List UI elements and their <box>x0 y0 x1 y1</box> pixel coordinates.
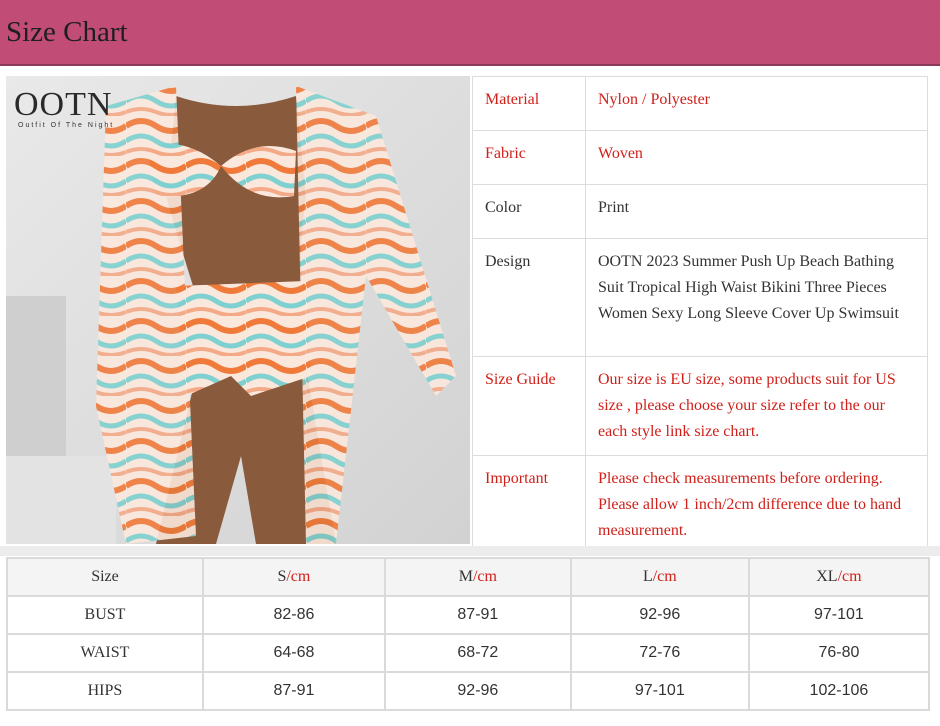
measurement-value: 92-96 <box>383 671 572 711</box>
size-table: Size S/cm M/cm L/cm XL/cm BUST 82-86 87-91 92-9… <box>6 557 931 711</box>
size-header-corner: Size <box>6 557 204 597</box>
measurement-value: 82-86 <box>201 595 386 635</box>
product-photo: OOTN Outfit Of The Night <box>6 76 470 544</box>
measurement-label: HIPS <box>6 671 204 711</box>
size-header-l: L/cm <box>569 557 750 597</box>
measurement-value: 87-91 <box>383 595 572 635</box>
size-header-xl: XL/cm <box>747 557 931 597</box>
spec-label: Fabric <box>472 130 586 185</box>
measurement-value: 68-72 <box>383 633 572 673</box>
spec-row: Fabric Woven <box>472 130 928 185</box>
measurement-value: 97-101 <box>569 671 750 711</box>
product-details: OOTN Outfit Of The Night Material Nylon /… <box>0 66 940 555</box>
header-bar: Size Chart <box>0 0 940 66</box>
section-divider <box>0 546 940 556</box>
size-unit: /cm <box>286 568 311 585</box>
spec-row: Size Guide Our size is EU size, some prod… <box>472 356 928 456</box>
measurement-value: 92-96 <box>569 595 750 635</box>
spec-label: Size Guide <box>472 356 586 456</box>
measurement-value: 64-68 <box>201 633 386 673</box>
spec-row: Color Print <box>472 184 928 239</box>
measurement-value: 72-76 <box>569 633 750 673</box>
spec-row: Important Please check measurements befor… <box>472 455 928 555</box>
spec-value: Woven <box>585 130 928 185</box>
brand-logo: OOTN <box>14 86 113 123</box>
size-label: M <box>458 568 473 585</box>
spec-label: Material <box>472 76 586 131</box>
page-title: Size Chart <box>6 16 128 48</box>
brand-logo-subtext: Outfit Of The Night <box>18 122 115 129</box>
size-header-m: M/cm <box>383 557 572 597</box>
size-label: L <box>642 568 653 585</box>
measurement-value: 87-91 <box>201 671 386 711</box>
measurement-value: 102-106 <box>747 671 931 711</box>
size-row-waist: WAIST 64-68 68-72 72-76 76-80 <box>6 633 931 673</box>
spec-value: Nylon / Polyester <box>585 76 928 131</box>
size-unit: /cm <box>837 568 862 585</box>
size-unit: /cm <box>652 568 677 585</box>
spec-value: OOTN 2023 Summer Push Up Beach Bathing S… <box>585 238 928 357</box>
size-label: XL <box>816 568 838 585</box>
measurement-label: BUST <box>6 595 204 635</box>
spec-value: Print <box>585 184 928 239</box>
spec-value: Please check measurements before orderin… <box>585 455 928 555</box>
size-header-s: S/cm <box>201 557 386 597</box>
product-photo-illustration <box>6 76 470 544</box>
spec-label: Important <box>472 455 586 555</box>
size-row-hips: HIPS 87-91 92-96 97-101 102-106 <box>6 671 931 711</box>
spec-value: Our size is EU size, some products suit … <box>585 356 928 456</box>
measurement-value: 97-101 <box>747 595 931 635</box>
size-row-bust: BUST 82-86 87-91 92-96 97-101 <box>6 595 931 635</box>
spec-row: Material Nylon / Polyester <box>472 76 928 131</box>
size-unit: /cm <box>472 568 497 585</box>
measurement-label: WAIST <box>6 633 204 673</box>
measurement-value: 76-80 <box>747 633 931 673</box>
spec-label: Design <box>472 238 586 357</box>
spec-table: Material Nylon / Polyester Fabric Woven Colo… <box>472 76 928 555</box>
spec-label: Color <box>472 184 586 239</box>
spec-row: Design OOTN 2023 Summer Push Up Beach Bat… <box>472 238 928 357</box>
